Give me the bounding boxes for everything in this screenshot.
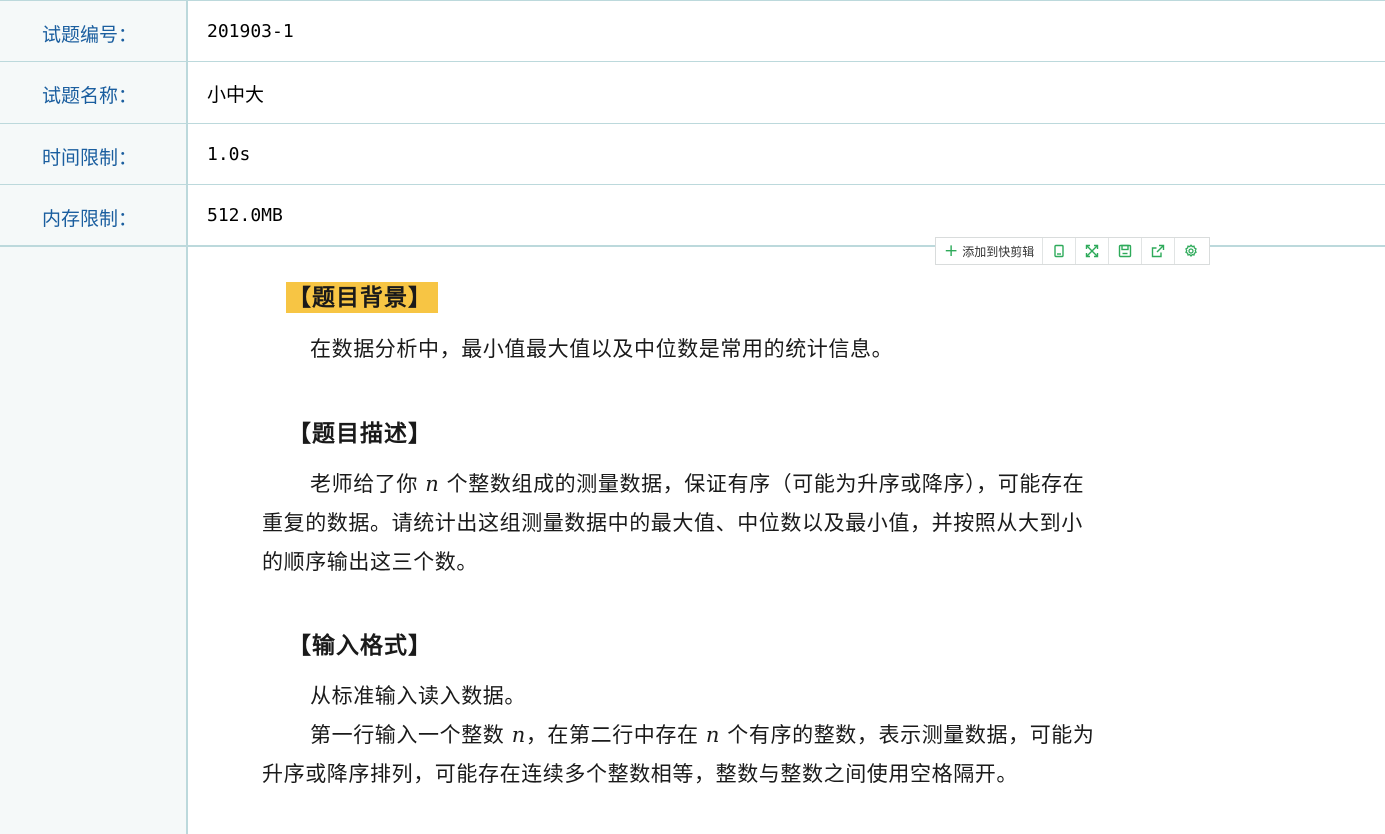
description-line-2: 重复的数据。请统计出这组测量数据中的最大值、中位数以及最小值，并按照从大到小 — [262, 511, 1083, 535]
label-cell: 试题编号： — [0, 1, 188, 62]
clip-toolbar: + 添加到快剪辑 — [935, 237, 1210, 265]
label-cell — [0, 247, 188, 834]
description-line-1: 老师给了你 n 个整数组成的测量数据，保证有序（可能为升序或降序），可能存在 — [262, 465, 1212, 504]
problem-name-row: 试题名称： 小中大 — [0, 61, 1385, 124]
background-paragraph: 在数据分析中，最小值最大值以及中位数是常用的统计信息。 — [262, 330, 1212, 369]
variable-n: n — [511, 723, 526, 747]
description-title: 【题目描述】 — [288, 420, 432, 447]
time-limit-label: 时间限制： — [42, 147, 138, 169]
add-to-clip-label: 添加到快剪辑 — [962, 244, 1035, 259]
time-limit-row: 时间限制： 1.0s — [0, 123, 1385, 185]
settings-icon[interactable] — [1175, 238, 1207, 264]
label-cell: 内存限制： — [0, 185, 188, 246]
background-title: 【题目背景】 — [286, 282, 438, 313]
problem-id-value: 201903-1 — [207, 21, 294, 42]
plus-icon: + — [944, 240, 959, 261]
input-text: 个有序的整数，表示测量数据，可能为 — [720, 723, 1095, 747]
copy-icon[interactable] — [1043, 238, 1077, 264]
memory-limit-label: 内存限制： — [42, 208, 138, 230]
variable-n: n — [705, 723, 721, 747]
input-text: 第一行输入一个整数 — [310, 723, 512, 747]
input-text: ，在第二行中存在 — [525, 723, 706, 747]
description-text: 个整数组成的测量数据，保证有序（可能为升序或降序），可能存在 — [439, 472, 1085, 496]
save-icon[interactable] — [1109, 238, 1143, 264]
time-limit-value: 1.0s — [207, 144, 251, 165]
input-line-1: 从标准输入读入数据。 — [262, 677, 1212, 716]
description-line-3: 的顺序输出这三个数。 — [262, 550, 478, 574]
memory-limit-value: 512.0MB — [207, 205, 283, 226]
input-line-3: 升序或降序排列，可能存在连续多个整数相等，整数与整数之间使用空格隔开。 — [262, 762, 1018, 786]
variable-n: n — [425, 472, 440, 496]
input-format-title: 【输入格式】 — [288, 632, 432, 659]
problem-id-label: 试题编号： — [42, 24, 138, 46]
share-icon[interactable] — [1142, 238, 1176, 264]
expand-icon[interactable] — [1076, 238, 1110, 264]
label-cell: 试题名称： — [0, 62, 188, 124]
description-text: 老师给了你 — [310, 472, 426, 496]
input-line-2: 第一行输入一个整数 n，在第二行中存在 n 个有序的整数，表示测量数据，可能为 — [262, 716, 1212, 755]
problem-name-label: 试题名称： — [42, 85, 138, 107]
input-text: 从标准输入读入数据。 — [310, 684, 526, 708]
background-heading: 【题目背景】 — [286, 278, 438, 313]
problem-id-row: 试题编号： 201903-1 — [0, 0, 1385, 62]
background-text: 在数据分析中，最小值最大值以及中位数是常用的统计信息。 — [310, 337, 894, 361]
add-to-clip-button[interactable]: + 添加到快剪辑 — [936, 238, 1044, 264]
problem-name-value: 小中大 — [207, 84, 265, 106]
label-cell: 时间限制： — [0, 124, 188, 185]
